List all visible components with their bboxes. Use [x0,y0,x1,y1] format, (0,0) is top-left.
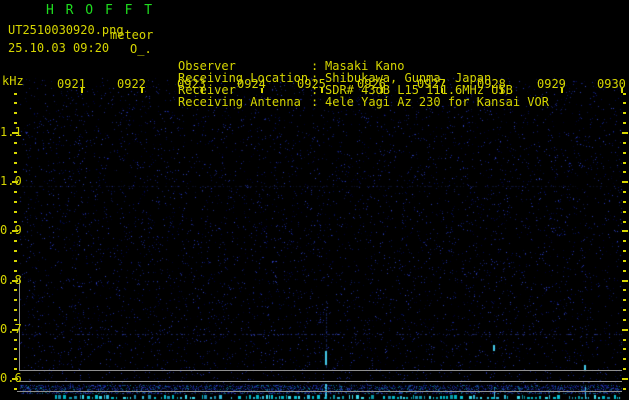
app-title: H R O F F T [46,3,155,18]
freq-label: 0.7 [0,322,22,336]
freq-tick-minor-left [14,162,17,164]
info-label: Receiving Antenna [178,95,301,109]
freq-tick-minor-left [14,122,17,124]
time-label: 0926 [357,77,386,91]
freq-tick-minor-right [623,260,626,262]
freq-tick-minor-left [14,171,17,173]
level-strip-border-line [17,381,622,382]
freq-tick-minor-left [14,250,17,252]
level-strip-border-line [17,391,622,392]
freq-tick-minor-left [14,319,17,321]
freq-tick-minor-right [623,348,626,350]
freq-tick-minor-left [14,339,17,341]
freq-tick-minor-left [14,102,17,104]
freq-tick-minor-left [14,240,17,242]
time-label: 0930 [597,77,626,91]
freq-tick-minor-right [623,162,626,164]
freq-tick-minor-left [14,348,17,350]
hrofft-screen: H R O F F T UT2510030920.png meteor 25.1… [0,0,629,400]
freq-label: 0.9 [0,223,22,237]
freq-tick-minor-left [14,191,17,193]
freq-tick-minor-left [14,211,17,213]
freq-tick-minor-right [623,388,626,390]
time-label: 0927 [417,77,446,91]
status-counter: O_. [130,42,152,56]
freq-tick-minor-left [14,388,17,390]
time-label: 0921 [57,77,86,91]
freq-tick-minor-left [14,201,17,203]
freq-tick-minor-left [14,368,17,370]
time-label: 0925 [297,77,326,91]
freq-tick-minor-left [14,260,17,262]
level-strip-border-line [19,370,622,371]
freq-tick-minor-right [623,171,626,173]
freq-tick-minor-left [14,152,17,154]
observer-info-block: Observer: Masaki Kano Receiving Location: S… [178,3,628,108]
time-label: 0922 [117,77,146,91]
freq-label: 1.1 [0,125,22,139]
freq-tick-major-right [622,230,628,232]
freq-tick-major-right [622,280,628,282]
freq-tick-minor-right [623,250,626,252]
freq-tick-minor-left [14,309,17,311]
freq-tick-minor-right [623,339,626,341]
freq-tick-minor-left [14,289,17,291]
freq-tick-major-right [622,329,628,331]
freq-tick-minor-left [14,358,17,360]
time-label: 0924 [237,77,266,91]
freq-tick-minor-right [623,358,626,360]
freq-tick-minor-left [14,299,17,301]
capture-datetime: 25.10.03 09:20 [8,41,110,55]
freq-label: 0.8 [0,273,22,287]
freq-tick-minor-right [623,240,626,242]
freq-tick-minor-right [623,112,626,114]
freq-tick-minor-left [14,270,17,272]
freq-tick-minor-left [14,93,17,95]
freq-tick-minor-right [623,221,626,223]
capture-filename: UT2510030920.png [8,23,124,37]
station-name: meteor [110,28,154,42]
freq-label: 1.0 [0,174,22,188]
freq-tick-minor-right [623,122,626,124]
freq-tick-major-right [622,181,628,183]
freq-tick-major-right [622,378,628,380]
freq-tick-minor-right [623,270,626,272]
freq-tick-minor-right [623,211,626,213]
freq-tick-minor-right [623,152,626,154]
freq-tick-minor-right [623,142,626,144]
freq-tick-minor-left [14,142,17,144]
freq-tick-minor-right [623,368,626,370]
freq-tick-minor-right [623,309,626,311]
info-row: Receiving Antenna:4ele Yagi Az 230 for K… [178,96,628,108]
freq-tick-major-right [622,132,628,134]
y-axis-unit-label: kHz [2,74,24,88]
info-separator: : [311,95,319,109]
freq-tick-minor-right [623,319,626,321]
freq-tick-minor-right [623,191,626,193]
info-value: 4ele Yagi Az 230 for Kansai VOR [325,95,549,109]
freq-tick-minor-right [623,289,626,291]
freq-tick-minor-right [623,299,626,301]
freq-label: 0.6 [0,371,22,385]
time-label: 0923 [177,77,206,91]
freq-tick-minor-right [623,201,626,203]
time-label: 0929 [537,77,566,91]
time-label: 0928 [477,77,506,91]
freq-tick-minor-left [14,112,17,114]
